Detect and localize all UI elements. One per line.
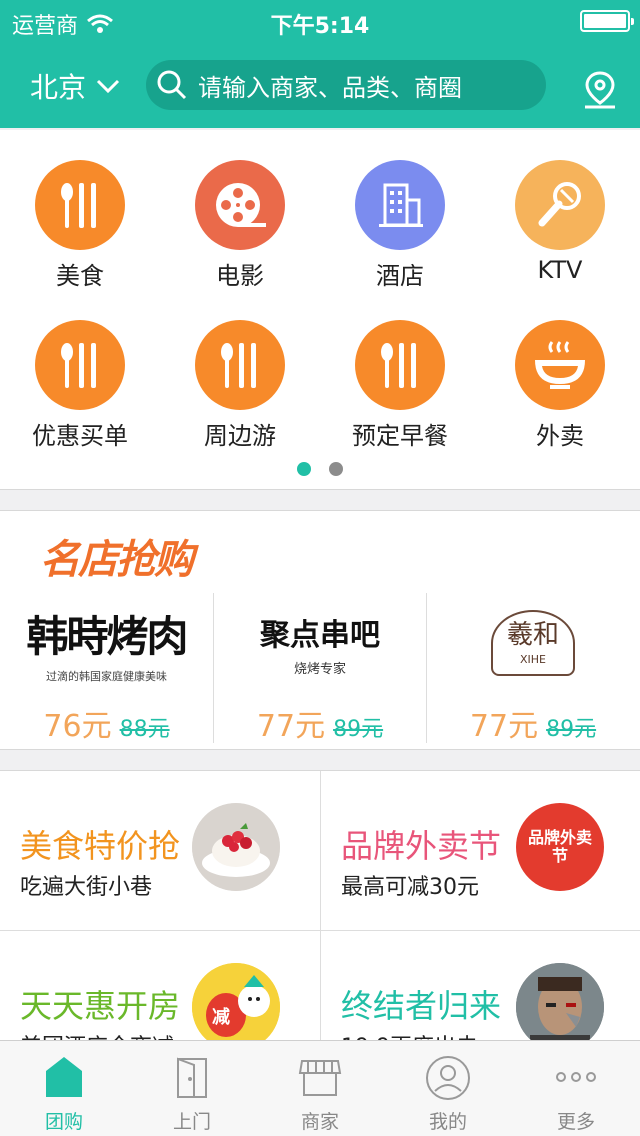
movie-poster-photo (516, 963, 604, 1051)
search-placeholder: 请输入商家、品类、商圈 (198, 73, 462, 102)
film-reel-icon (195, 160, 285, 250)
category-label: 酒店 (376, 262, 424, 290)
deal-price: 77元 (469, 709, 539, 744)
promo-title: 美食特价抢 (20, 827, 181, 865)
shop-logo-tagline: 过滴的韩国家庭健康美味 (45, 669, 167, 683)
shop-price: 77元 89元 (427, 701, 639, 745)
search-icon (157, 70, 187, 100)
shop-logo: 聚点串吧 烧烤专家 (214, 593, 426, 693)
tab-label: 更多 (556, 1111, 595, 1133)
promo-title: 终结者归来 (341, 987, 502, 1025)
fork-knife-icon (195, 320, 285, 410)
famous-shops-title: 名店抢购 (40, 537, 194, 583)
shop-logo-text: 聚点串吧 (260, 617, 380, 653)
promo-title: 天天惠开房 (20, 987, 181, 1025)
promo-tiles: 美食特价抢 吃遍大街小巷 品牌外卖节 最高可减30元 品牌外卖节 天天惠开房 美… (0, 770, 640, 1091)
tab-label: 我的 (428, 1111, 467, 1133)
badge-text: 减 (212, 1007, 230, 1028)
brand-takeout-badge: 品牌外卖节 (516, 803, 604, 891)
page-dot[interactable] (329, 462, 343, 476)
badge-text: 品牌外卖节 (528, 828, 593, 865)
shop-card[interactable]: 聚点串吧 烧烤专家 77元 89元 (213, 593, 426, 745)
tab-mine[interactable]: 我的 (384, 1041, 512, 1136)
category-label: 周边游 (204, 422, 276, 450)
deal-price: 76元 (43, 709, 112, 744)
tab-label: 商家 (300, 1111, 339, 1133)
search-input[interactable]: 请输入商家、品类、商圈 (146, 60, 546, 110)
bowl-icon (515, 320, 605, 410)
shop-logo-tagline: 烧烤专家 (293, 661, 346, 677)
category-nearby-travel[interactable]: 周边游 (160, 320, 320, 451)
fork-knife-icon (35, 160, 125, 250)
more-dots-icon (556, 1072, 596, 1082)
fork-knife-icon (355, 320, 445, 410)
building-icon (355, 160, 445, 250)
category-food[interactable]: 美食 (0, 160, 160, 291)
category-takeout[interactable]: 外卖 (480, 320, 640, 451)
shop-logo: 羲和 XIHE (427, 593, 639, 693)
category-movie[interactable]: 电影 (160, 160, 320, 291)
shop-card[interactable]: 羲和 XIHE 77元 89元 (426, 593, 639, 745)
category-label: KTV (537, 256, 583, 284)
page-dot-active[interactable] (297, 462, 311, 476)
original-price: 89元 (333, 717, 384, 742)
house-icon (46, 1057, 82, 1097)
battery-icon (580, 10, 634, 32)
tab-home-service[interactable]: 上门 (128, 1041, 256, 1136)
tab-more[interactable]: 更多 (512, 1041, 640, 1136)
shop-logo: 韩時烤肉 过滴的韩国家庭健康美味 (0, 593, 213, 693)
promo-title: 品牌外卖节 (341, 827, 502, 865)
tab-group-buy[interactable]: 团购 (0, 1041, 128, 1136)
city-selector[interactable]: 北京 (30, 66, 120, 106)
category-label: 预定早餐 (352, 422, 448, 450)
dessert-photo (192, 803, 280, 891)
promo-subtitle: 吃遍大街小巷 (20, 875, 153, 900)
user-icon (426, 1056, 470, 1100)
shop-logo-text: 羲和 (506, 619, 559, 650)
shop-card[interactable]: 韩時烤肉 过滴的韩国家庭健康美味 76元 88元 (0, 593, 213, 745)
city-label: 北京 (30, 71, 87, 104)
promo-subtitle: 最高可减30元 (341, 875, 479, 900)
chevron-down-icon (96, 79, 120, 94)
shop-logo-tagline: XIHE (519, 653, 546, 667)
deal-price: 77元 (256, 709, 326, 744)
fork-knife-icon (35, 320, 125, 410)
shop-price: 76元 88元 (0, 701, 213, 745)
category-label: 优惠买单 (32, 422, 128, 450)
status-time: 下午5:14 (270, 14, 370, 39)
famous-shops-section: 名店抢购 韩時烤肉 过滴的韩国家庭健康美味 76元 88元 聚点串吧 烧烤专家 7… (0, 510, 640, 750)
page-indicator[interactable] (0, 462, 640, 476)
tab-label: 上门 (172, 1111, 211, 1133)
category-hotel[interactable]: 酒店 (320, 160, 480, 291)
shop-logo-text: 韩時烤肉 (26, 611, 188, 661)
map-pin-icon[interactable] (582, 70, 618, 110)
status-bar: 运营商 下午5:14 (0, 0, 640, 40)
hotel-discount-illustration: 减 (192, 963, 280, 1051)
category-grid: 美食 电影 酒店 KTV 优惠买单 周边游 预定早餐 外卖 (0, 130, 640, 490)
category-breakfast[interactable]: 预定早餐 (320, 320, 480, 451)
original-price: 88元 (119, 717, 170, 742)
storefront-icon (298, 1060, 342, 1096)
microphone-icon (515, 160, 605, 250)
promo-tile-brand-takeout[interactable]: 品牌外卖节 最高可减30元 品牌外卖节 (320, 771, 640, 931)
shop-price: 77元 89元 (214, 701, 426, 745)
category-label: 美食 (56, 262, 104, 290)
app-header: 运营商 下午5:14 北京 请输入商家、品类、商圈 (0, 0, 640, 128)
original-price: 89元 (546, 717, 597, 742)
category-discount-pay[interactable]: 优惠买单 (0, 320, 160, 451)
tab-label: 团购 (44, 1111, 83, 1133)
tab-merchants[interactable]: 商家 (256, 1041, 384, 1136)
category-ktv[interactable]: KTV (480, 160, 640, 284)
door-icon (177, 1057, 207, 1098)
tab-bar: 团购 上门 商家 我的 更多 (0, 1040, 640, 1136)
promo-tile-food-deal[interactable]: 美食特价抢 吃遍大街小巷 (0, 771, 320, 931)
category-label: 外卖 (536, 422, 584, 450)
category-label: 电影 (216, 262, 264, 290)
